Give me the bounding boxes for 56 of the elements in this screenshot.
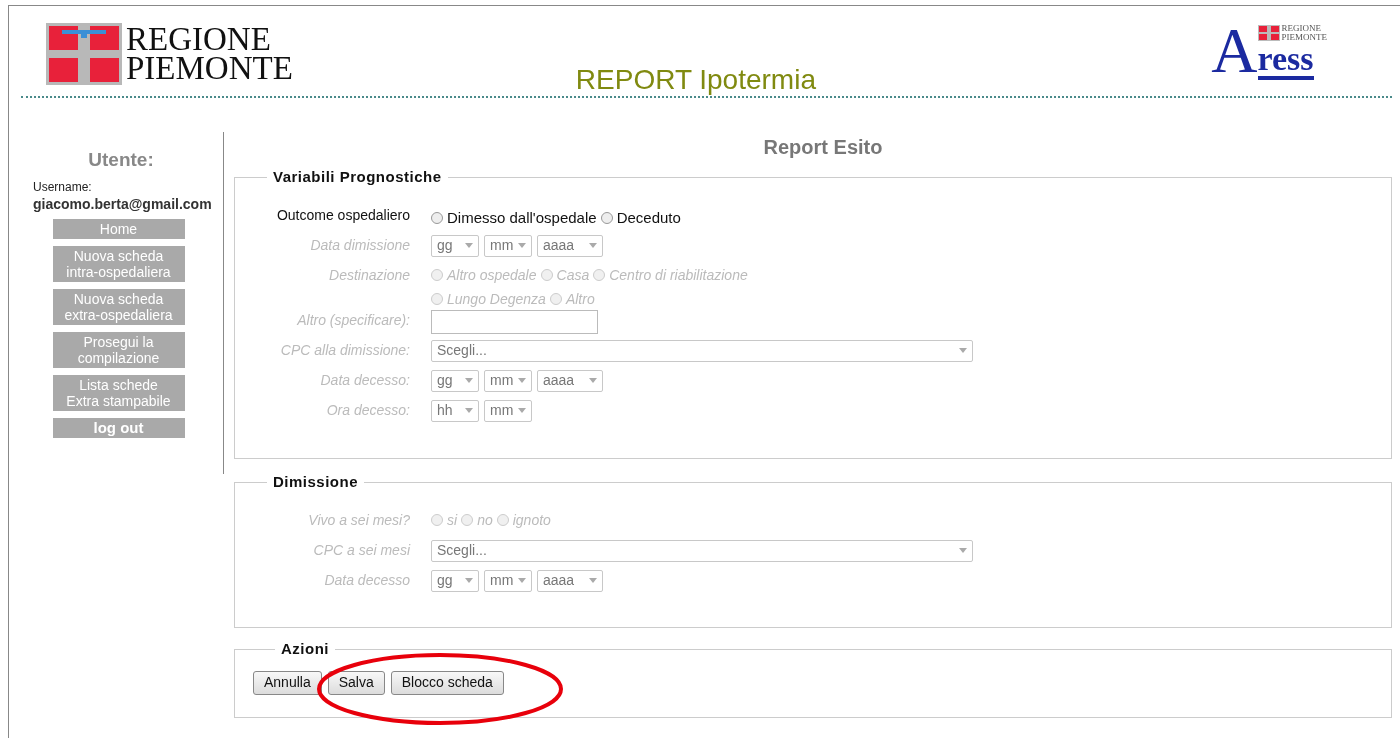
menu-button[interactable]: Home	[52, 218, 185, 239]
field-label: Altro (specificare):	[296, 310, 410, 330]
caret-icon	[465, 243, 473, 248]
radio-button[interactable]	[431, 211, 443, 224]
caret-icon	[589, 578, 597, 583]
option-label: Altro ospedale	[447, 265, 537, 285]
option-label: ignoto	[512, 510, 551, 530]
caret-icon	[959, 548, 967, 553]
option-label: Deceduto	[616, 207, 681, 228]
field-label: CPC alla dimissione:	[279, 340, 410, 360]
option-label: Dimesso dall'ospedale	[447, 207, 597, 228]
section-legend: Azioni	[275, 638, 335, 661]
action-button[interactable]: Blocco scheda	[390, 670, 504, 695]
action-button[interactable]: Salva	[327, 670, 385, 695]
field-label: Vivo a sei mesi?	[307, 510, 410, 530]
menu-button[interactable]: Lista schede Extra stampabile	[52, 374, 185, 411]
field-label: Data dimissione	[309, 235, 410, 255]
caret-icon	[589, 243, 597, 248]
option-label: Altro	[565, 289, 595, 309]
option-label: Lungo Degenza	[447, 289, 546, 309]
caret-icon	[589, 378, 597, 383]
username-label: Username:	[32, 180, 93, 194]
caret-icon	[518, 243, 526, 248]
caret-icon	[959, 348, 967, 353]
flag-icon	[1257, 25, 1280, 41]
menu-button[interactable]: log out	[52, 417, 185, 438]
caret-icon	[465, 378, 473, 383]
field-label: Data decesso:	[319, 370, 410, 390]
page-title: Report Esito	[762, 135, 884, 160]
logo-text: REGIONE	[126, 25, 272, 54]
section-legend: Variabili Prognostiche	[267, 166, 448, 189]
app-title: REPORT Ipotermia	[575, 63, 816, 97]
section-legend: Dimissione	[267, 471, 365, 494]
sidebar-heading: Utente:	[87, 148, 155, 172]
field-label: CPC a sei mesi	[312, 540, 410, 560]
menu-button[interactable]: Prosegui la compilazione	[52, 331, 185, 368]
caret-icon	[518, 408, 526, 413]
caret-icon	[518, 578, 526, 583]
field-label: Ora decesso:	[325, 400, 410, 420]
caret-icon	[518, 378, 526, 383]
field-label: Destinazione	[328, 265, 410, 285]
logo-text: PIEMONTE	[126, 54, 293, 83]
username: giacomo.berta@gmail.com	[32, 194, 213, 214]
option-label: si	[447, 510, 458, 530]
option-label: Centro di riabilitazione	[609, 265, 748, 285]
flag-icon	[46, 23, 122, 85]
field-label: Outcome ospedaliero	[275, 205, 410, 225]
field-label: Data decesso	[323, 570, 410, 590]
menu-button[interactable]: Nuova scheda extra-ospedaliera	[52, 288, 185, 325]
option-label: Casa	[556, 265, 590, 285]
action-button[interactable]: Annulla	[253, 670, 322, 695]
radio-button[interactable]	[600, 211, 613, 224]
caret-icon	[465, 408, 473, 413]
option-label: no	[477, 510, 493, 530]
menu-button[interactable]: Nuova scheda intra-ospedaliera	[52, 245, 185, 282]
caret-icon	[465, 578, 473, 583]
